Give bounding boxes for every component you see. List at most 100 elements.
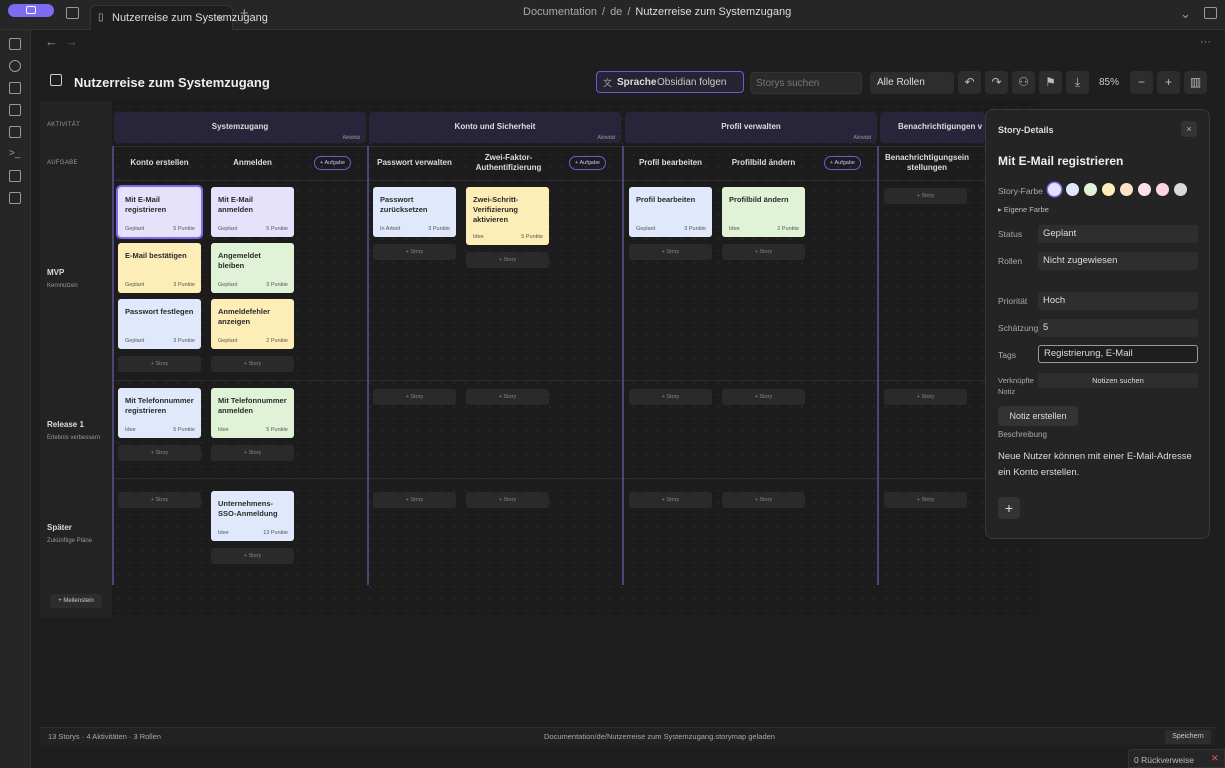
more-options-icon[interactable]: ··· — [1200, 34, 1211, 50]
story-card[interactable]: Unternehmens-SSO-Anmeldung Idee 13 Punkt… — [211, 491, 294, 541]
story-card[interactable]: Passwort festlegen Geplant 3 Punkte — [118, 299, 201, 349]
story-card[interactable]: Mit Telefonnummer anmelden Idee 5 Punkte — [211, 388, 294, 438]
story-search-input[interactable]: Storys suchen — [750, 72, 862, 94]
story-card[interactable]: Mit E-Mail registrieren Geplant 5 Punkte — [116, 185, 203, 239]
right-sidebar-toggle-icon[interactable] — [1204, 7, 1217, 19]
story-card[interactable]: Anmeldefehler anzeigen Geplant 2 Punkte — [211, 299, 294, 349]
add-story-button[interactable]: + Story — [722, 389, 805, 405]
file-icon[interactable] — [9, 38, 21, 50]
story-card[interactable]: Zwei-Schritt-Verifizierung aktivieren Id… — [466, 187, 549, 245]
graph-icon[interactable] — [9, 60, 21, 72]
add-button[interactable]: + — [998, 497, 1020, 519]
add-story-button[interactable]: + Story — [211, 548, 294, 564]
description-text[interactable]: Neue Nutzer können mit einer E-Mail-Adre… — [998, 449, 1203, 481]
color-swatch-selected[interactable] — [1048, 183, 1061, 196]
add-story-button[interactable]: + Story — [884, 389, 967, 405]
task-profil-bearbeiten[interactable]: Profil bearbeiten — [629, 149, 712, 177]
backlinks-status[interactable]: 0 Rückverweise ⨯ — [1128, 749, 1225, 768]
activity-konto-sicherheit[interactable]: Konto und Sicherheit Aktivität — [369, 112, 621, 143]
list-icon[interactable] — [9, 170, 21, 182]
tags-input[interactable]: Registrierung, E-Mail — [1038, 345, 1198, 363]
new-tab-icon[interactable]: + — [240, 6, 249, 22]
add-task-button[interactable]: + Aufgabe — [314, 156, 351, 170]
add-story-button[interactable]: + Story — [211, 356, 294, 372]
sidebar-toggle-icon[interactable] — [66, 7, 79, 19]
search-notes-button[interactable]: Notizen suchen — [1038, 373, 1198, 388]
tab-close-icon[interactable]: × — [217, 11, 224, 25]
tab-nutzerreise[interactable]: ▯ Nutzerreise zum Systemzugang × — [90, 5, 268, 30]
tab-list-chevron-icon[interactable]: ⌄ — [1180, 6, 1191, 22]
download-icon[interactable]: ⤓ — [1066, 71, 1089, 94]
back-arrow-icon[interactable]: ← — [45, 34, 58, 50]
terminal-icon[interactable]: >_ — [9, 148, 21, 160]
toggle-panel-icon[interactable]: ▥ — [1184, 71, 1207, 94]
status-select[interactable]: Geplant — [1038, 225, 1198, 243]
copy-icon[interactable] — [9, 126, 21, 138]
add-story-button[interactable]: + Story — [373, 244, 456, 260]
save-button[interactable]: Speichern — [1165, 730, 1211, 744]
roles-filter-select[interactable]: Alle Rollen — [870, 72, 954, 94]
add-story-button[interactable]: + Story — [373, 492, 456, 508]
activity-profil-verwalten[interactable]: Profil verwalten Aktivität — [625, 112, 877, 143]
breadcrumb-documentation[interactable]: Documentation — [523, 6, 597, 18]
story-card[interactable]: Mit Telefonnummer registrieren Idee 5 Pu… — [118, 388, 201, 438]
grid-icon[interactable] — [9, 82, 21, 94]
map-icon[interactable] — [9, 192, 21, 204]
color-swatch[interactable] — [1102, 183, 1115, 196]
add-story-button[interactable]: + Story — [118, 356, 201, 372]
add-story-button[interactable]: + Story — [722, 492, 805, 508]
flag-icon[interactable]: ⚑ — [1039, 71, 1062, 94]
add-story-button[interactable]: + Story — [884, 188, 967, 204]
create-note-button[interactable]: Notiz erstellen — [998, 406, 1078, 426]
add-story-button[interactable]: + Story — [884, 492, 967, 508]
add-story-button[interactable]: + Story — [466, 492, 549, 508]
color-swatch[interactable] — [1174, 183, 1187, 196]
language-selector[interactable]: 文 Sprache Obsidian folgen — [596, 71, 744, 93]
story-card[interactable]: Mit E-Mail anmelden Geplant 5 Punkte — [211, 187, 294, 237]
add-task-button[interactable]: + Aufgabe — [824, 156, 861, 170]
estimate-input[interactable]: 5 — [1038, 319, 1198, 337]
story-card[interactable]: E-Mail bestätigen Geplant 3 Punkte — [118, 243, 201, 293]
add-story-button[interactable]: + Story — [629, 492, 712, 508]
add-story-button[interactable]: + Story — [629, 244, 712, 260]
activity-systemzugang[interactable]: Systemzugang Aktivität — [114, 112, 366, 143]
add-story-button[interactable]: + Story — [466, 389, 549, 405]
color-swatch[interactable] — [1084, 183, 1097, 196]
zoom-in-icon[interactable]: + — [1157, 71, 1180, 94]
close-icon[interactable]: × — [1181, 121, 1197, 137]
add-story-button[interactable]: + Story — [373, 389, 456, 405]
activity-benachrichtigungen[interactable]: Benachrichtigungen v — [880, 112, 985, 143]
add-story-button[interactable]: + Story — [118, 445, 201, 461]
color-swatch[interactable] — [1156, 183, 1169, 196]
add-story-button[interactable]: + Story — [211, 445, 294, 461]
forward-arrow-icon[interactable]: → — [65, 34, 78, 50]
story-card[interactable]: Profil bearbeiten Geplant 3 Punkte — [629, 187, 712, 237]
color-swatch[interactable] — [1120, 183, 1133, 196]
story-card[interactable]: Profilbild ändern Idee 2 Punkte — [722, 187, 805, 237]
add-story-button[interactable]: + Story — [629, 389, 712, 405]
custom-color-toggle[interactable]: ▸ Eigene Farbe — [998, 205, 1049, 214]
add-milestone-button[interactable]: + Meilenstein — [50, 594, 102, 608]
add-task-button[interactable]: + Aufgabe — [569, 156, 606, 170]
undo-icon[interactable]: ↶ — [958, 71, 981, 94]
calendar-icon[interactable] — [9, 104, 21, 116]
story-card[interactable]: Angemeldet bleiben Geplant 3 Punkte — [211, 243, 294, 293]
zoom-out-icon[interactable]: − — [1130, 71, 1153, 94]
breadcrumb-de[interactable]: de — [610, 6, 622, 18]
color-swatch[interactable] — [1138, 183, 1151, 196]
priority-select[interactable]: Hoch — [1038, 292, 1198, 310]
task-zwei-faktor[interactable]: Zwei-Faktor-Authentifizierung — [466, 149, 551, 177]
task-passwort-verwalten[interactable]: Passwort verwalten — [373, 149, 456, 177]
task-anmelden[interactable]: Anmelden — [211, 149, 294, 177]
users-icon[interactable]: ⚇ — [1012, 71, 1035, 94]
task-profilbild-aendern[interactable]: Profilbild ändern — [722, 149, 805, 177]
task-konto-erstellen[interactable]: Konto erstellen — [118, 149, 201, 177]
redo-icon[interactable]: ↷ — [985, 71, 1008, 94]
add-story-button[interactable]: + Story — [722, 244, 805, 260]
color-swatch[interactable] — [1066, 183, 1079, 196]
story-card[interactable]: Passwort zurücksetzen In Arbeit 3 Punkte — [373, 187, 456, 237]
add-story-button[interactable]: + Story — [466, 252, 549, 268]
roles-select[interactable]: Nicht zugewiesen — [1038, 252, 1198, 270]
vault-switcher-button[interactable] — [8, 4, 54, 17]
add-story-button[interactable]: + Story — [118, 492, 201, 508]
